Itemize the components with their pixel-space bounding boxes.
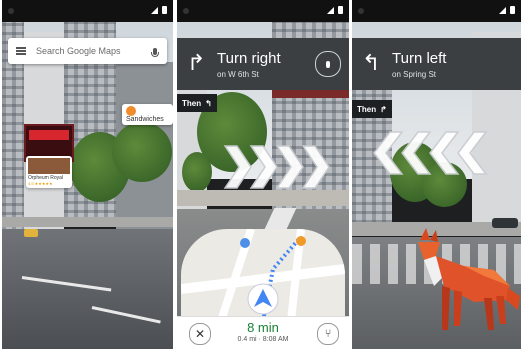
status-bar: [177, 0, 349, 22]
status-bar: [2, 0, 173, 22]
ar-chevron-right-2: [249, 145, 278, 189]
alternate-routes-button[interactable]: ⑂: [317, 323, 339, 345]
camera-notch: [183, 8, 189, 14]
signal-icon: [327, 6, 334, 14]
battery-icon: [162, 6, 167, 14]
then-label: Then: [182, 98, 202, 108]
camera-notch: [8, 8, 14, 14]
mic-icon: [326, 60, 330, 68]
ar-fox-guide: [418, 228, 520, 330]
ar-direction-arrows: [223, 145, 330, 189]
navigation-arrow-icon: [247, 283, 279, 315]
ar-chevron-right-4: [301, 145, 330, 189]
phone-turn-right: ↱ Turn right on W 6th St Then ↰ ✕ 8 min …: [177, 0, 349, 349]
trip-summary-bar: ✕ 8 min 0.4 mi · 8:08 AM ⑂: [177, 316, 349, 349]
ar-direction-arrows: [373, 131, 488, 175]
turn-right-icon: ↱: [187, 50, 206, 75]
sandwiches-label[interactable]: Sandwiches: [122, 104, 173, 125]
battery-icon: [510, 6, 515, 14]
ar-chevron-right-3: [275, 145, 304, 189]
signal-icon: [151, 6, 158, 14]
restaurant-icon: [126, 106, 136, 116]
place-rating: 4.5 ★★★★★: [28, 181, 53, 186]
place-card[interactable]: Orpheum Royal 4.5 ★★★★★: [26, 156, 72, 188]
then-right-icon: ↱: [380, 104, 387, 114]
navigation-banner: ↱ Turn right on W 6th St: [177, 38, 349, 90]
turn-left-icon: ↰: [362, 50, 381, 75]
navigation-banner: ↰ Turn left on Spring St: [352, 38, 521, 90]
mini-map[interactable]: [181, 229, 345, 321]
street-name: on W 6th St: [217, 70, 259, 79]
phone-turn-left: ↰ Turn left on Spring St Then ↱: [352, 0, 521, 349]
ar-chevron-left-3: [429, 131, 460, 175]
camera-notch: [358, 8, 364, 14]
ar-chevron-left-2: [401, 131, 432, 175]
ar-chevron-left-4: [457, 131, 488, 175]
ar-chevron-left-1: [373, 131, 404, 175]
sandwiches-label-text: Sandwiches: [126, 116, 164, 123]
search-input[interactable]: Search Google Maps: [36, 46, 153, 56]
mic-button[interactable]: [315, 51, 341, 77]
search-bar[interactable]: Search Google Maps: [8, 38, 167, 64]
then-banner: Then ↰: [177, 94, 217, 112]
then-label: Then: [357, 104, 377, 114]
status-bar: [352, 0, 521, 22]
menu-icon[interactable]: [16, 47, 26, 55]
phone-search-view: Search Google Maps Sandwiches Orpheum Ro…: [2, 0, 173, 349]
then-left-icon: ↰: [205, 98, 212, 108]
battery-icon: [338, 6, 343, 14]
mic-icon[interactable]: [151, 47, 159, 57]
then-banner: Then ↱: [352, 100, 392, 118]
turn-instruction: Turn left: [392, 50, 447, 67]
ar-chevron-right-1: [223, 145, 252, 189]
street-name: on Spring St: [392, 70, 437, 79]
turn-instruction: Turn right: [217, 50, 281, 67]
signal-icon: [499, 6, 506, 14]
